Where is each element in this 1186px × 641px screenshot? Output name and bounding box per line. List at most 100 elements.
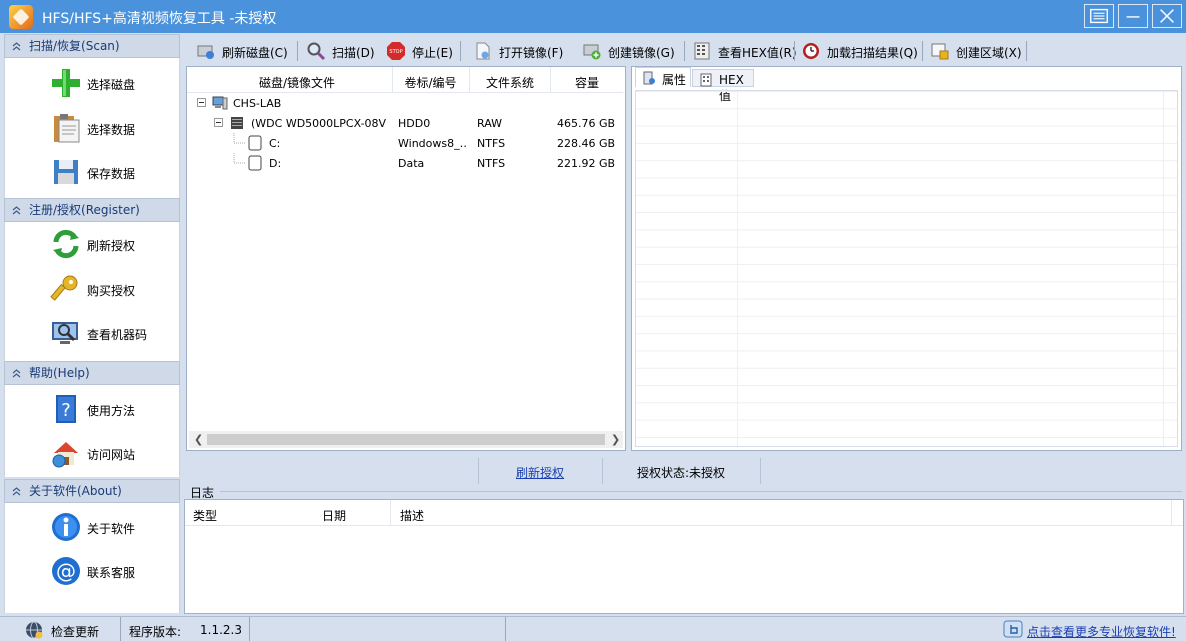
sidebar-section-label: 注册/授权(Register) xyxy=(29,203,140,217)
home-globe-icon xyxy=(52,442,78,468)
sidebar-section-scan[interactable]: 扫描/恢复(Scan) xyxy=(4,34,180,58)
tab-properties[interactable]: 属性 xyxy=(635,67,691,87)
version-number: 1.1.2.3 xyxy=(200,623,242,637)
more-software-link[interactable]: 点击查看更多专业恢复软件! xyxy=(1027,623,1176,640)
minimize-button[interactable] xyxy=(1118,4,1148,28)
history-icon xyxy=(803,43,819,59)
sidebar-item-select-disk[interactable]: 选择磁盘 xyxy=(5,61,179,105)
log-column-type[interactable]: 类型 xyxy=(193,507,217,524)
sidebar-item-refresh-license[interactable]: 刷新授权 xyxy=(5,222,179,266)
collapse-toggle-icon[interactable] xyxy=(197,98,206,107)
partition-size: 228.46 GB xyxy=(557,137,616,150)
tab-hex[interactable]: HEX值 xyxy=(692,69,754,103)
sidebar-item-machine-code[interactable]: 查看机器码 xyxy=(5,311,179,355)
tree-row-partition[interactable]: C: Windows8_… NTFS 228.46 GB xyxy=(187,133,623,153)
close-button[interactable] xyxy=(1152,4,1182,28)
column-header-disk[interactable]: 磁盘/镜像文件 xyxy=(207,74,387,91)
sidebar-item-about[interactable]: 关于软件 xyxy=(5,505,179,549)
property-grid xyxy=(635,90,1178,447)
sidebar-section-label: 帮助(Help) xyxy=(29,366,90,380)
sidebar-item-label: 选择数据 xyxy=(87,123,136,137)
sidebar-item-select-data[interactable]: 选择数据 xyxy=(5,106,179,150)
minimize-icon xyxy=(1126,16,1140,18)
log-column-date[interactable]: 日期 xyxy=(322,507,346,524)
stop-icon: STOP xyxy=(387,42,405,60)
load-scan-results-label: 加载扫描结果(Q) xyxy=(827,46,918,60)
check-update-button[interactable]: 检查更新 xyxy=(0,617,121,641)
menu-icon xyxy=(1090,8,1108,24)
partition-name: C: xyxy=(269,137,281,150)
grid-divider xyxy=(737,91,738,446)
collapse-toggle-icon[interactable] xyxy=(214,118,223,127)
partition-filesystem: NTFS xyxy=(477,137,506,150)
sidebar-item-buy-license[interactable]: 购买授权 xyxy=(5,267,179,311)
refresh-disk-label: 刷新磁盘(C) xyxy=(222,46,288,60)
sidebar-item-label: 联系客服 xyxy=(87,566,136,580)
sidebar-item-save-data[interactable]: 保存数据 xyxy=(5,150,179,194)
partition-label: Windows8_… xyxy=(398,137,468,150)
create-disk-icon xyxy=(583,44,601,60)
tree-row-partition[interactable]: D: Data NTFS 221.92 GB xyxy=(187,153,623,173)
window-title: HFS/HFS+高清视频恢复工具 -未授权 xyxy=(42,11,277,27)
version-label: 程序版本: xyxy=(129,625,182,639)
sidebar-section-help[interactable]: 帮助(Help) xyxy=(4,361,180,385)
status-divider xyxy=(760,458,761,484)
view-hex-label: 查看HEX值(R) xyxy=(718,46,797,60)
sidebar-section-about[interactable]: 关于软件(About) xyxy=(4,479,180,503)
sidebar-item-usage[interactable]: ? 使用方法 xyxy=(5,387,179,431)
open-file-icon xyxy=(476,42,490,60)
disk-grid-header: 磁盘/镜像文件 卷标/编号 文件系统 容量 xyxy=(187,67,623,93)
horizontal-scrollbar[interactable]: ❮ ❯ xyxy=(189,431,623,448)
toolbar-divider xyxy=(460,41,461,61)
sidebar-section-body: 关于软件 @ 联系客服 xyxy=(4,503,180,613)
create-region-label: 创建区域(X) xyxy=(956,46,1022,60)
sidebar-section-body: ? 使用方法 访问网站 xyxy=(4,385,180,477)
toolbar: 刷新磁盘(C) 扫描(D) STOP 停止(E) 打开镜像(F) 创建镜像(G)… xyxy=(184,37,1186,65)
sidebar-item-label: 查看机器码 xyxy=(87,328,148,342)
key-icon xyxy=(50,275,78,301)
column-header-filesystem[interactable]: 文件系统 xyxy=(470,74,550,91)
chevron-up-icon xyxy=(12,369,21,378)
tree-row-disk[interactable]: (WDC WD5000LPCX-08VHA HDD0 RAW 465.76 GB xyxy=(187,113,623,133)
sidebar-item-visit-website[interactable]: 访问网站 xyxy=(5,431,179,475)
log-column-description[interactable]: 描述 xyxy=(400,507,424,524)
tree-row-computer[interactable]: CHS-LAB xyxy=(187,93,623,113)
disk-filesystem: RAW xyxy=(477,117,502,130)
add-disk-icon xyxy=(52,69,80,97)
sidebar-section-label: 扫描/恢复(Scan) xyxy=(29,39,120,53)
scroll-right-icon[interactable]: ❯ xyxy=(611,433,620,446)
bottom-status-bar: 检查更新 程序版本: 1.1.2.3 点击查看更多专业恢复软件! xyxy=(0,616,1186,641)
sidebar-section-register[interactable]: 注册/授权(Register) xyxy=(4,198,180,222)
toolbar-divider xyxy=(1026,41,1027,61)
hex-grid-icon xyxy=(694,42,710,60)
email-at-icon: @ xyxy=(52,557,80,585)
partition-name: D: xyxy=(269,157,282,170)
column-header-label[interactable]: 卷标/编号 xyxy=(393,74,468,91)
sidebar-section-body: 刷新授权 购买授权 查看机器码 xyxy=(4,222,180,362)
open-image-label: 打开镜像(F) xyxy=(499,46,564,60)
license-status-strip: 刷新授权 授权状态:未授权 xyxy=(184,458,1186,484)
window-menu-button[interactable] xyxy=(1084,4,1114,28)
status-divider xyxy=(602,458,603,484)
chevron-up-icon xyxy=(12,487,21,496)
status-divider xyxy=(478,458,479,484)
refresh-license-link[interactable]: 刷新授权 xyxy=(516,464,564,481)
sidebar-item-contact-support[interactable]: @ 联系客服 xyxy=(5,549,179,593)
disk-size: 465.76 GB xyxy=(557,117,616,130)
log-divider xyxy=(220,491,1182,492)
hard-disk-icon xyxy=(231,117,243,129)
app-logo-icon xyxy=(9,5,33,29)
partition-filesystem: NTFS xyxy=(477,157,506,170)
scrollbar-thumb[interactable] xyxy=(207,434,605,445)
clipboard-icon xyxy=(54,114,80,143)
disk-name: (WDC WD5000LPCX-08VHA xyxy=(251,117,386,130)
partition-icon xyxy=(248,155,262,171)
scroll-left-icon[interactable]: ❮ xyxy=(194,433,203,446)
column-header-size[interactable]: 容量 xyxy=(551,74,623,91)
tree-connector xyxy=(233,133,246,144)
properties-icon xyxy=(643,71,655,85)
partition-icon xyxy=(248,135,262,151)
sidebar-item-label: 选择磁盘 xyxy=(87,78,136,92)
toolbar-divider xyxy=(794,41,795,61)
grid-divider xyxy=(1163,91,1164,446)
